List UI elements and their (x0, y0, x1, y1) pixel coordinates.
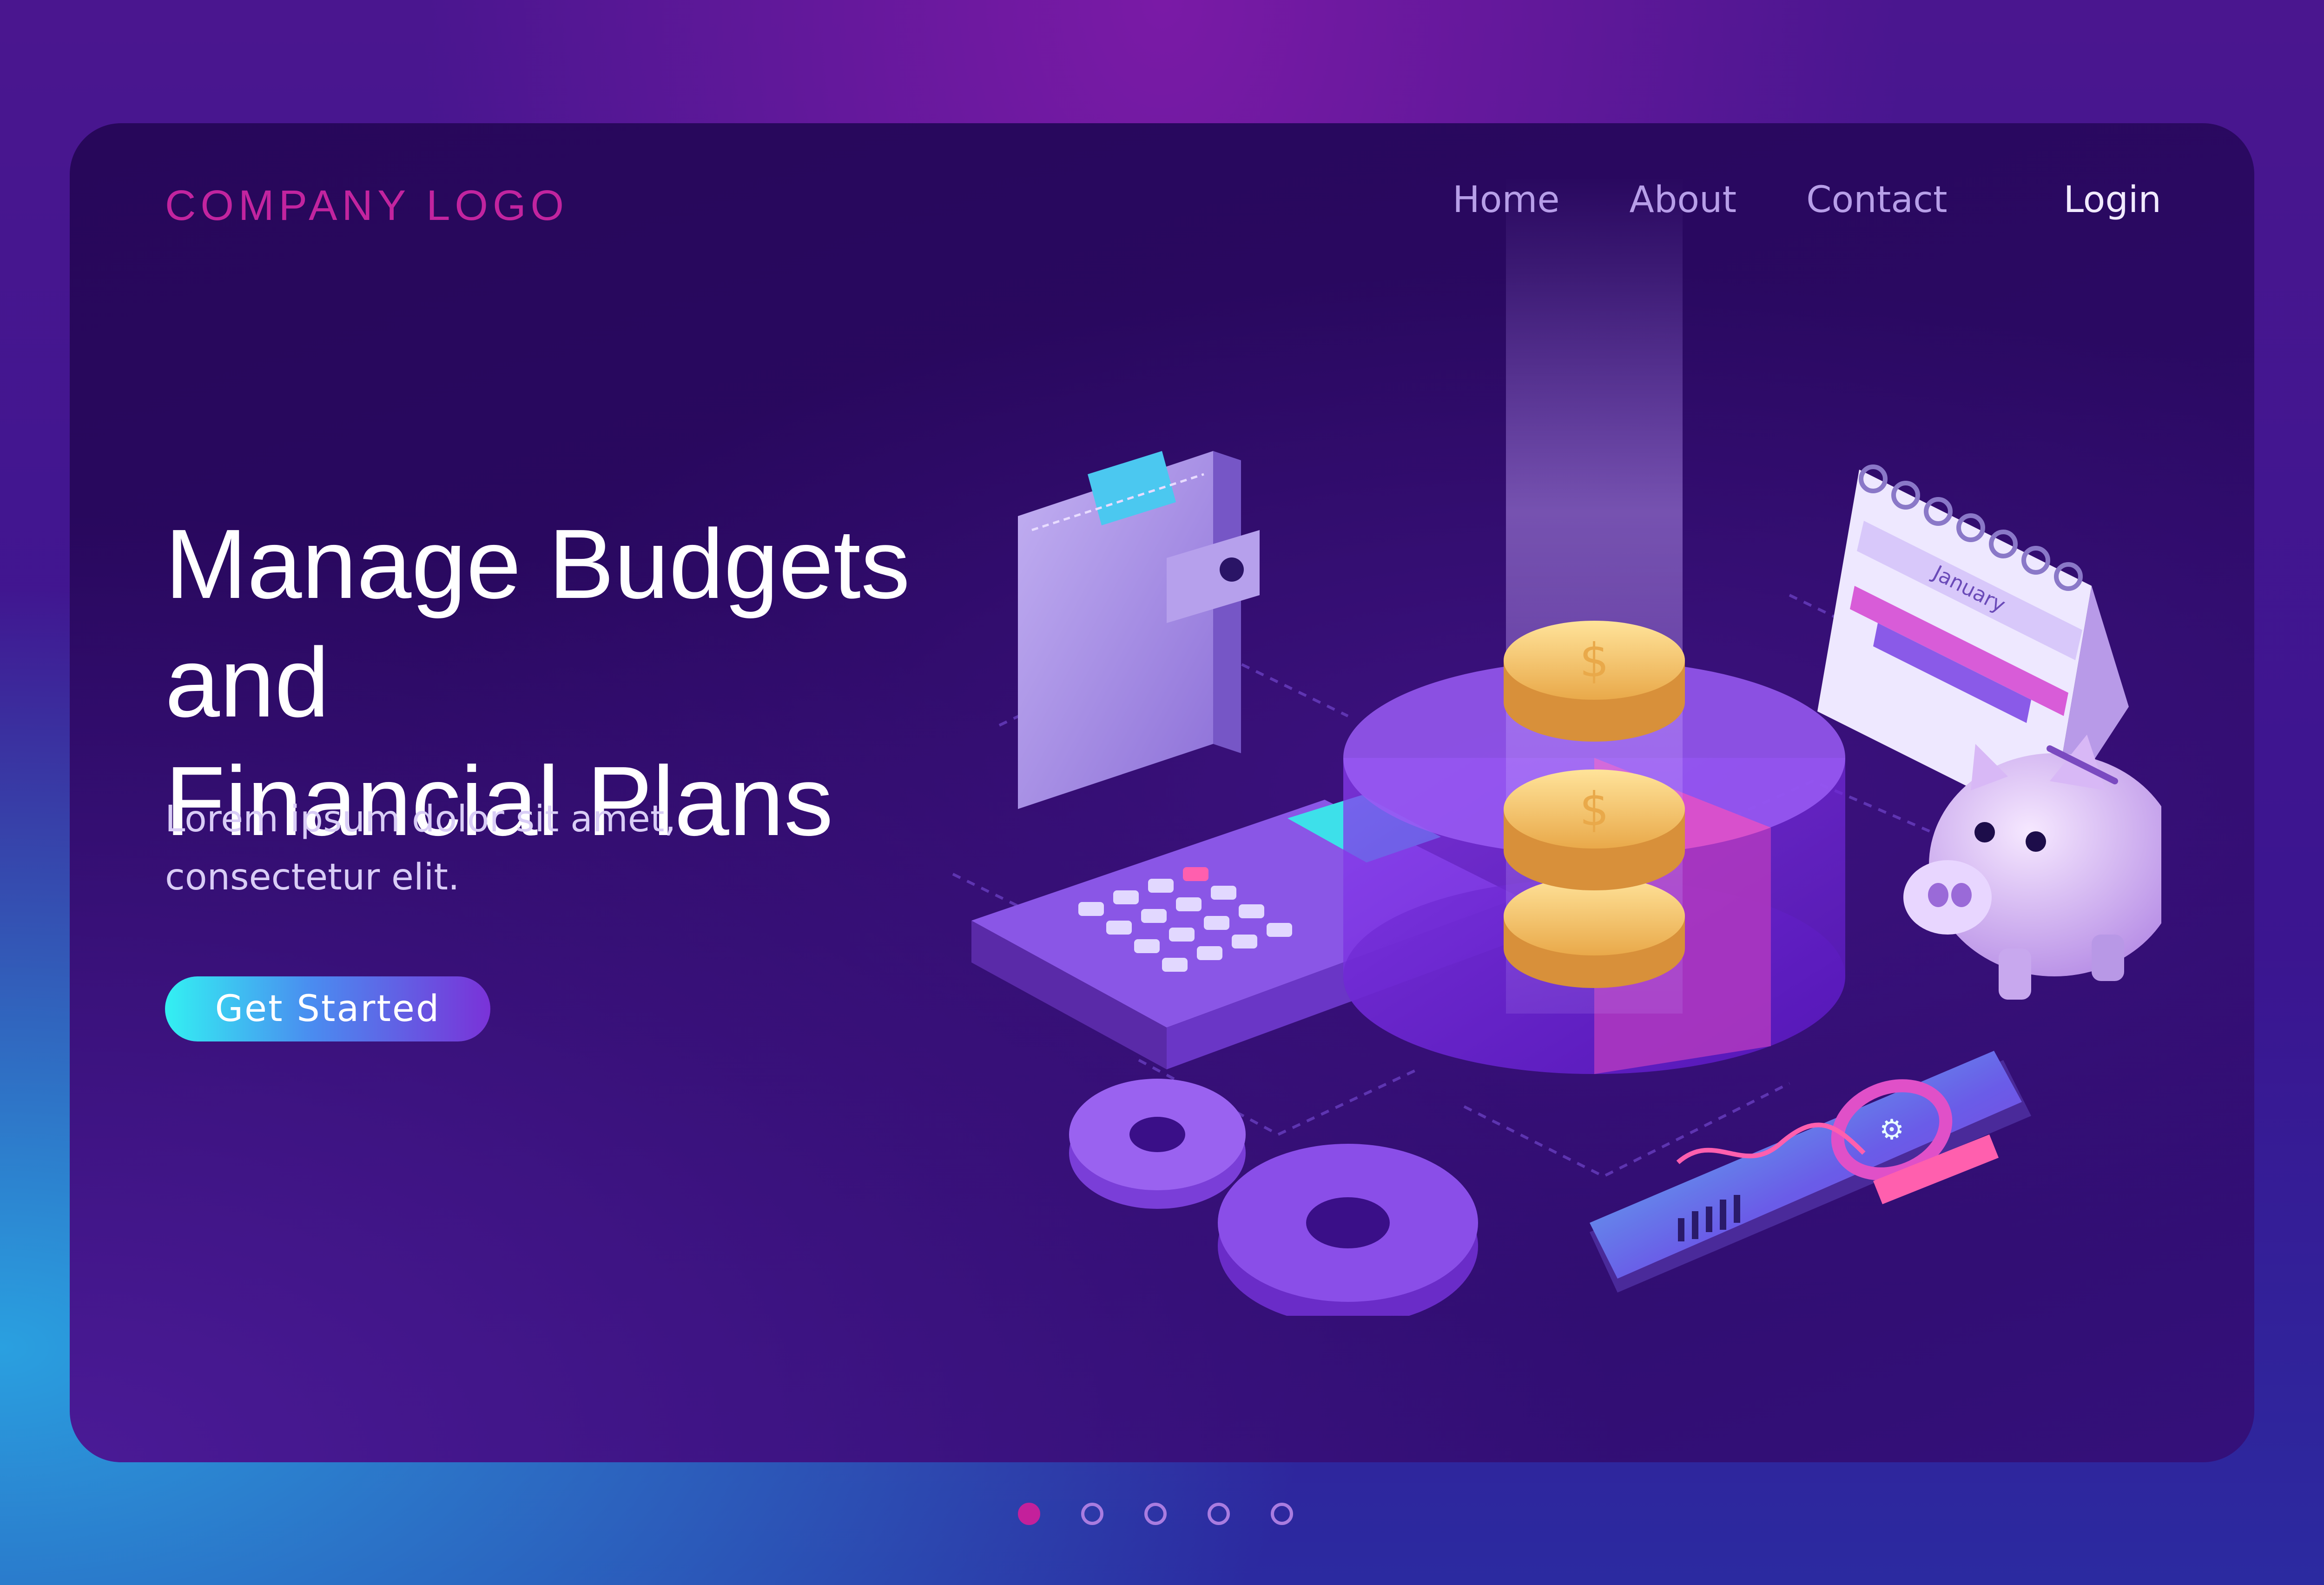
gear-small (1069, 1079, 1246, 1209)
gears-icon (1069, 1079, 1478, 1316)
pagination-dot-5[interactable] (1271, 1503, 1293, 1525)
coin-stack-icon: $ $ (1504, 621, 1685, 988)
finance-illustration: $ $ January ⚙ (952, 177, 2161, 1316)
wallet-icon (1018, 451, 1260, 809)
piggy-bank-icon (1903, 735, 2161, 1000)
hero-subtitle-line-1: Lorem ipsum dolor sit amet, (165, 798, 676, 840)
coin-1-symbol: $ (1579, 633, 1609, 688)
get-started-button[interactable]: Get Started (165, 976, 490, 1041)
coin-3 (1504, 876, 1685, 988)
smartphone-icon: ⚙ (1590, 1051, 2031, 1293)
hero-subtitle-line-2: consectetur elit. (165, 856, 460, 898)
pagination-dot-3[interactable] (1144, 1503, 1167, 1525)
pagination-dot-4[interactable] (1208, 1503, 1230, 1525)
pagination-dot-1[interactable] (1018, 1503, 1040, 1525)
hero-subtitle: Lorem ipsum dolor sit amet, consectetur … (165, 790, 816, 907)
pagination-dot-2[interactable] (1081, 1503, 1103, 1525)
gear-large (1218, 1144, 1478, 1316)
hero-title-line-1: Manage Budgets and (165, 509, 910, 737)
phone-gear-icon: ⚙ (1879, 1114, 1904, 1146)
coin-2: $ (1504, 769, 1685, 890)
carousel-pagination (1018, 1503, 1334, 1525)
coin-1: $ (1504, 621, 1685, 742)
company-logo[interactable]: COMPANY LOGO (165, 181, 568, 230)
coin-2-symbol: $ (1579, 782, 1609, 836)
